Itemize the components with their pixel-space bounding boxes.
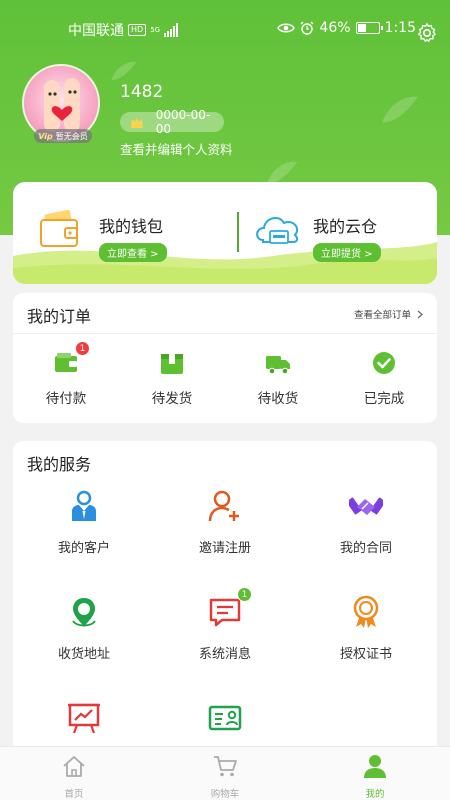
cloud-pickup-button[interactable]: 立即提货 > bbox=[313, 243, 381, 262]
order-pending-shipment[interactable]: 待发货 bbox=[127, 349, 217, 407]
orders-card: 我的订单 查看全部订单 1 待付款 待发货 待收货 已完成 bbox=[13, 293, 437, 423]
card-divider bbox=[237, 212, 239, 252]
check-circle-icon bbox=[370, 349, 398, 377]
service-label: 授权证书 bbox=[339, 647, 392, 662]
service-invite-register[interactable]: 邀请注册 bbox=[165, 489, 285, 556]
certificate-icon bbox=[349, 595, 383, 629]
tab-label: 我的 bbox=[365, 789, 385, 800]
member-date-pill: 0000-00-00 bbox=[120, 108, 224, 136]
id-card-icon bbox=[208, 701, 242, 735]
wallet-pay-icon: 1 bbox=[52, 341, 90, 377]
service-my-contracts[interactable]: 我的合同 bbox=[306, 489, 426, 556]
view-all-orders-link[interactable]: 查看全部订单 bbox=[354, 307, 423, 321]
chevron-right-icon bbox=[417, 310, 423, 318]
alarm-icon bbox=[300, 21, 314, 35]
truck-icon bbox=[264, 349, 292, 377]
tab-label: 首页 bbox=[64, 789, 84, 800]
cloud-warehouse-icon bbox=[256, 216, 299, 244]
pending-payment-badge: 1 bbox=[75, 341, 90, 356]
order-completed[interactable]: 已完成 bbox=[339, 349, 429, 407]
home-icon bbox=[63, 756, 85, 777]
service-my-customers[interactable]: 我的客户 bbox=[24, 489, 144, 556]
view-all-orders-label: 查看全部订单 bbox=[353, 310, 411, 321]
tab-home[interactable]: 首页 bbox=[34, 753, 114, 800]
battery-percent: 46% bbox=[319, 20, 351, 36]
carrier-info: 中国联通 HD 5G bbox=[68, 20, 179, 40]
service-label: 我的客户 bbox=[57, 541, 110, 556]
hd-badge: HD bbox=[128, 24, 147, 36]
service-shipping-address[interactable]: 收货地址 bbox=[24, 595, 144, 662]
status-bar: 中国联通 HD 5G 46% 1:15 bbox=[0, 14, 450, 44]
edit-profile-link[interactable]: 查看并编辑个人资料 bbox=[120, 139, 233, 158]
carrier-name: 中国联通 bbox=[68, 23, 124, 39]
tab-cart[interactable]: 购物车 bbox=[185, 753, 265, 800]
status-right: 46% 1:15 bbox=[277, 20, 416, 36]
message-badge: 1 bbox=[237, 587, 252, 602]
order-pending-receipt[interactable]: 待收货 bbox=[233, 349, 323, 407]
chart-board-icon bbox=[67, 701, 101, 735]
wallet-icon bbox=[40, 209, 78, 247]
divider bbox=[13, 333, 437, 334]
services-title: 我的服务 bbox=[27, 455, 92, 474]
customer-icon bbox=[67, 489, 101, 523]
leaf-decoration-icon bbox=[382, 96, 418, 123]
my-cloud-warehouse[interactable]: 我的云仓 立即提货 > bbox=[253, 208, 381, 262]
vip-status-badge: Vip 暂无会员 bbox=[34, 129, 92, 143]
add-user-icon bbox=[208, 489, 242, 523]
crown-icon bbox=[130, 117, 143, 128]
message-icon: 1 bbox=[208, 587, 252, 629]
wallet-cloud-card: 我的钱包 立即查看 > 我的云仓 立即提货 > bbox=[13, 182, 437, 284]
username: 1482 bbox=[120, 82, 164, 102]
tab-label: 购物车 bbox=[210, 789, 240, 800]
services-card: 我的服务 我的客户 邀请注册 我的合同 收货地址 1 系统消息 授权证书 bbox=[13, 441, 437, 761]
vip-mark: Vip bbox=[38, 131, 53, 141]
location-icon bbox=[67, 595, 101, 629]
settings-gear-icon[interactable] bbox=[416, 22, 438, 44]
cloud-title: 我的云仓 bbox=[313, 217, 378, 236]
handshake-icon bbox=[346, 489, 386, 523]
my-wallet[interactable]: 我的钱包 立即查看 > bbox=[39, 208, 167, 262]
tab-mine[interactable]: 我的 bbox=[335, 753, 415, 800]
service-label: 收货地址 bbox=[57, 647, 110, 662]
clock: 1:15 bbox=[384, 20, 416, 36]
service-label: 我的合同 bbox=[339, 541, 392, 556]
orders-title: 我的订单 bbox=[27, 307, 92, 326]
network-type: 5G bbox=[150, 25, 161, 34]
service-chart-board[interactable] bbox=[24, 701, 144, 749]
service-authorization-certificate[interactable]: 授权证书 bbox=[306, 595, 426, 662]
order-label: 待发货 bbox=[151, 391, 193, 407]
order-label: 待收货 bbox=[257, 391, 299, 407]
vip-status-text: 暂无会员 bbox=[55, 131, 88, 141]
order-label: 已完成 bbox=[363, 391, 405, 407]
member-date: 0000-00-00 bbox=[155, 108, 211, 136]
cart-icon bbox=[214, 756, 237, 777]
bottom-tab-bar: 首页 购物车 我的 bbox=[0, 746, 450, 800]
order-label: 待付款 bbox=[45, 391, 87, 407]
service-system-messages[interactable]: 1 系统消息 bbox=[165, 587, 285, 662]
eye-icon bbox=[277, 23, 296, 33]
signal-icon bbox=[164, 23, 179, 37]
wallet-view-button[interactable]: 立即查看 > bbox=[99, 243, 167, 262]
package-icon bbox=[158, 349, 186, 377]
battery-icon bbox=[355, 22, 383, 34]
wallet-title: 我的钱包 bbox=[99, 217, 164, 236]
leaf-decoration-icon bbox=[111, 61, 137, 81]
service-label: 系统消息 bbox=[198, 647, 251, 662]
service-label: 邀请注册 bbox=[198, 541, 251, 556]
user-icon bbox=[364, 755, 386, 778]
service-id-card[interactable] bbox=[165, 701, 285, 749]
order-pending-payment[interactable]: 1 待付款 bbox=[21, 341, 111, 407]
